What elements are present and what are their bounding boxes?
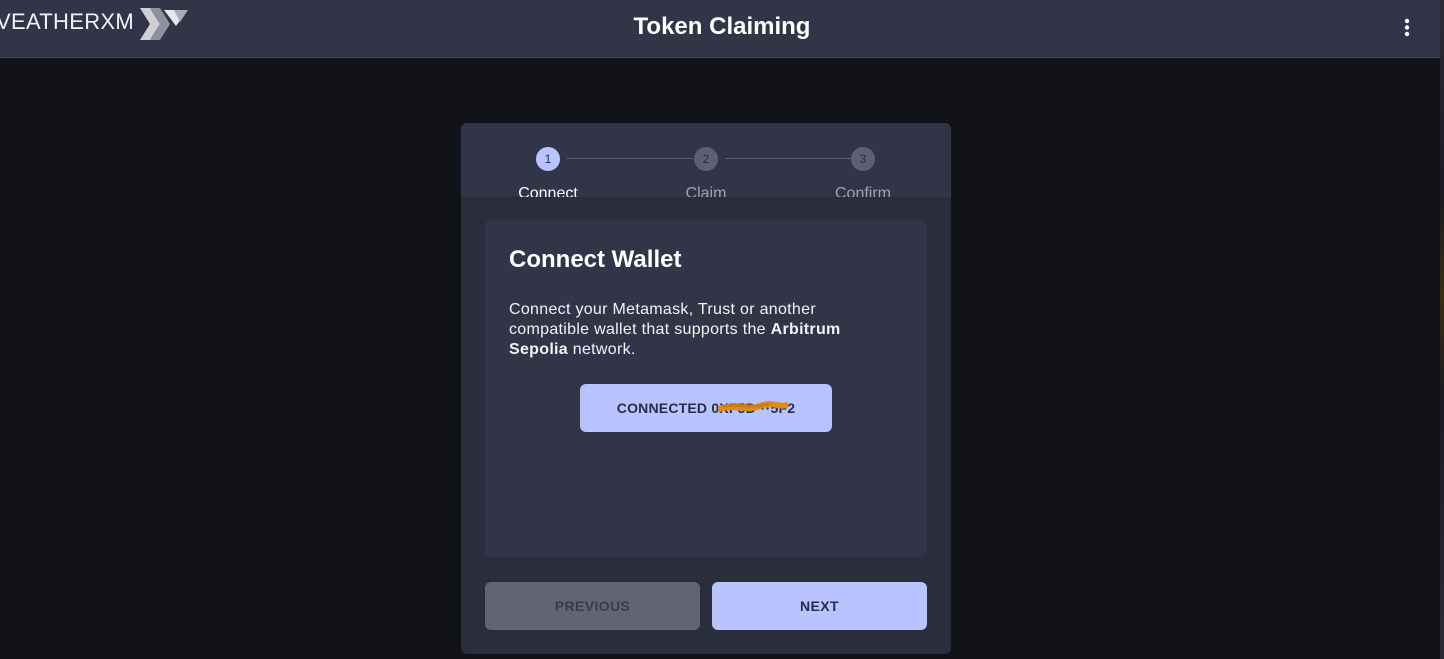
panel-title: Connect Wallet xyxy=(509,246,682,273)
step-connector xyxy=(725,158,851,159)
previous-button[interactable]: PREVIOUS xyxy=(485,582,700,630)
desc-text-end: network. xyxy=(568,341,636,358)
page-title: Token Claiming xyxy=(633,13,811,40)
stepper: 1 2 3 Connect Claim Confirm xyxy=(461,123,951,197)
connect-wallet-panel: Connect Wallet Connect your Metamask, Tr… xyxy=(485,220,927,557)
window-edge xyxy=(1440,0,1444,659)
step-2-circle[interactable]: 2 xyxy=(694,147,718,171)
more-vertical-icon[interactable] xyxy=(1395,14,1419,42)
step-3-label: Confirm xyxy=(834,185,891,197)
connected-wallet-button[interactable]: CONNECTED 0XF5D···5F2 xyxy=(580,384,832,432)
next-button[interactable]: NEXT xyxy=(712,582,927,630)
step-1-circle[interactable]: 1 xyxy=(536,147,560,171)
app-bar: VEATHERXM Token Claiming xyxy=(0,0,1444,58)
step-connector xyxy=(567,158,693,159)
connected-wallet-label: CONNECTED 0XF5D···5F2 xyxy=(616,400,796,416)
panel-description: Connect your Metamask, Trust or another … xyxy=(509,300,889,360)
step-3-circle[interactable]: 3 xyxy=(851,147,875,171)
step-1-label: Connect xyxy=(518,185,578,197)
claim-card: 1 2 3 Connect Claim Confirm Connect Wall… xyxy=(461,123,951,654)
step-2-label: Claim xyxy=(685,185,727,197)
